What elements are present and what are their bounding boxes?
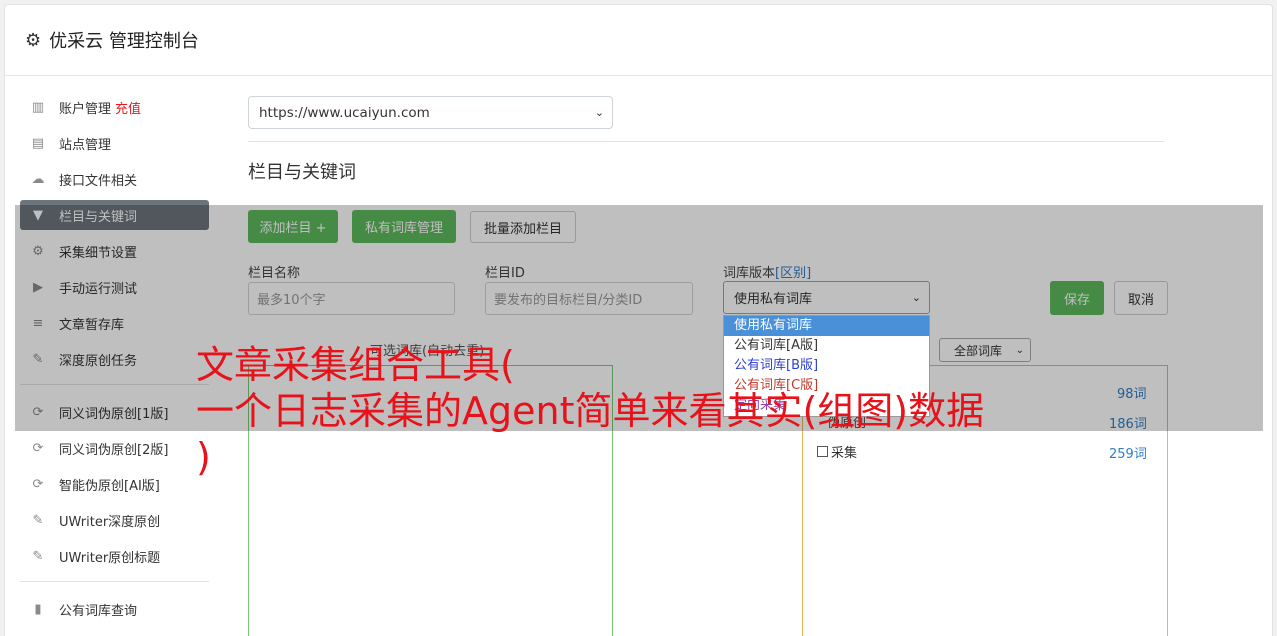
option-label: 公有词库[B版]: [734, 358, 819, 373]
page-title: 优采云 管理控制台: [49, 31, 199, 52]
dropdown-option[interactable]: 公有词库[A版]: [724, 336, 929, 356]
section-title: 栏目与关键词: [248, 162, 356, 183]
site-select-value: https://www.ucaiyun.com: [259, 104, 430, 121]
option-label: 公有词库[C版]: [734, 378, 819, 393]
edit-icon: ✎: [32, 512, 44, 528]
lib-count: 259词: [1109, 447, 1147, 462]
edit-icon: ✎: [32, 548, 44, 564]
gear-icon: ⚙: [25, 29, 42, 51]
sidebar-item-api-files[interactable]: ☁ 接口文件相关: [20, 164, 209, 194]
modal-backdrop: [15, 205, 1263, 431]
sidebar-divider: [20, 581, 209, 582]
bar-chart-icon: ▥: [31, 99, 45, 115]
divider: [248, 141, 1164, 142]
sidebar-item-label: 公有词库查询: [59, 603, 138, 619]
site-select[interactable]: https://www.ucaiyun.com ⌄: [248, 96, 613, 129]
main-content: https://www.ucaiyun.com ⌄ 栏目与关键词: [244, 96, 1164, 184]
book-icon: ▮: [34, 601, 42, 617]
sidebar-item-sites[interactable]: ▤ 站点管理: [20, 128, 209, 158]
sidebar-item-label: 账户管理: [59, 101, 112, 117]
chevron-down-icon: ⌄: [594, 106, 604, 119]
dropdown-option[interactable]: 定向采集: [724, 396, 929, 416]
recharge-link[interactable]: 充值: [115, 98, 141, 117]
cloud-upload-icon: ☁: [31, 171, 45, 187]
lib-version-dropdown[interactable]: 使用私有词库 公有词库[A版] 公有词库[B版] 公有词库[C版] 定向采集: [723, 315, 930, 417]
option-label: 使用私有词库: [734, 318, 813, 333]
sidebar-item-account[interactable]: ▥ 账户管理 充值: [20, 92, 209, 122]
dropdown-option[interactable]: 公有词库[C版]: [724, 376, 929, 396]
option-label: 定向采集: [734, 398, 787, 413]
sidebar-item-public-lib[interactable]: ▮ 公有词库查询: [20, 594, 209, 624]
sidebar-item-label: 智能伪原创[AI版]: [59, 478, 160, 494]
sidebar-item-ai-rewrite[interactable]: ⟳ 智能伪原创[AI版]: [20, 469, 209, 499]
checkbox[interactable]: [817, 446, 828, 457]
option-label: 公有词库[A版]: [734, 338, 819, 353]
console-header: ⚙ 优采云 管理控制台: [5, 5, 1272, 76]
sidebar-item-label: UWriter深度原创: [59, 514, 161, 530]
server-icon: ▤: [31, 135, 45, 151]
sidebar-item-uwriter-title[interactable]: ✎ UWriter原创标题: [20, 541, 209, 571]
dropdown-option[interactable]: 使用私有词库: [724, 316, 929, 336]
sidebar-item-label: 同义词伪原创[2版]: [59, 442, 169, 458]
sidebar-item-label: 站点管理: [59, 137, 112, 153]
refresh-icon: ⟳: [32, 476, 44, 492]
lib-item-name: 采集: [831, 446, 858, 461]
sidebar-item-synonym-v2[interactable]: ⟳ 同义词伪原创[2版]: [20, 433, 209, 463]
sidebar-item-uwriter-deep[interactable]: ✎ UWriter深度原创: [20, 505, 209, 535]
list-item[interactable]: 采集: [817, 442, 857, 461]
dropdown-option[interactable]: 公有词库[B版]: [724, 356, 929, 376]
sidebar-item-label: 接口文件相关: [59, 173, 138, 189]
refresh-icon: ⟳: [32, 440, 44, 456]
sidebar-item-label: UWriter原创标题: [59, 550, 161, 566]
